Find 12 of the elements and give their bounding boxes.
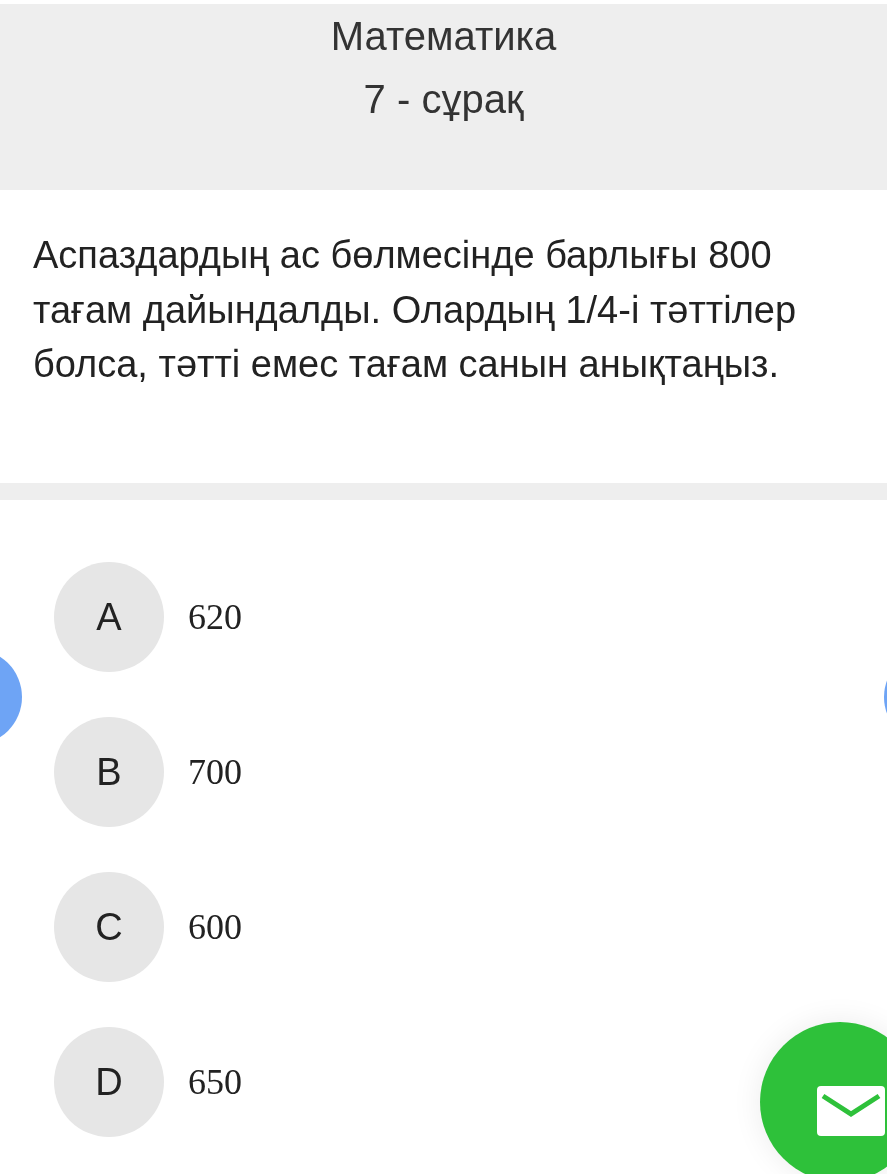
subject-title: Математика xyxy=(330,13,557,59)
option-letter[interactable]: C xyxy=(54,872,164,982)
question-number: 7 - сұрақ xyxy=(363,77,524,122)
answer-text: 700 xyxy=(188,751,242,793)
option-letter[interactable]: B xyxy=(54,717,164,827)
option-letter[interactable]: A xyxy=(54,562,164,672)
answer-text: 620 xyxy=(188,596,242,638)
answer-text: 600 xyxy=(188,906,242,948)
answer-text: 650 xyxy=(188,1061,242,1103)
envelope-icon xyxy=(815,1084,887,1138)
option-letter[interactable]: D xyxy=(54,1027,164,1137)
question-text: Аспаздардың ас бөлмесінде барлығы 800 тағам дайындалды. Олардың 1/4-і тәттілер болса, тәтті емес тағам санын анықтаңыз. xyxy=(32,233,798,387)
